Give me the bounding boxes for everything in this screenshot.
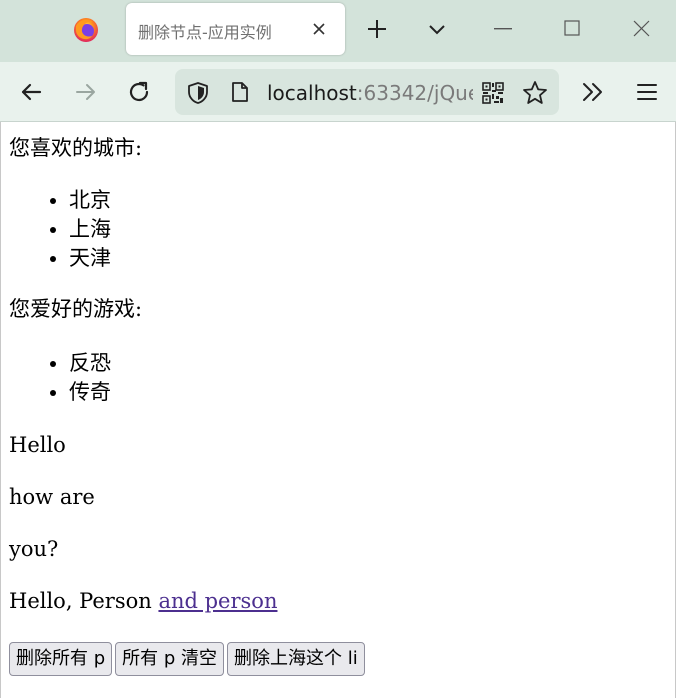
- cities-heading: 您喜欢的城市:: [9, 136, 143, 160]
- paragraph-how-are: how are: [9, 485, 95, 509]
- list-item-tianjin: 天津: [69, 244, 675, 273]
- qr-code-icon[interactable]: [482, 82, 504, 104]
- hamburger-menu-icon[interactable]: [637, 82, 657, 102]
- empty-all-p-button[interactable]: 所有 p 清空: [115, 642, 225, 676]
- page-icon[interactable]: [231, 81, 249, 103]
- url-text[interactable]: localhost:63342/jQuery: [267, 80, 473, 106]
- list-item-chuanqi: 传奇: [69, 378, 675, 407]
- close-icon[interactable]: [312, 22, 326, 36]
- cities-list: 北京 上海 天津: [9, 186, 675, 273]
- page-viewport: 您喜欢的城市: 北京 上海 天津 您爱好的游戏: 反恐 传奇 Hello how…: [0, 122, 676, 698]
- shield-icon[interactable]: [187, 81, 209, 105]
- minimize-icon[interactable]: [494, 28, 512, 30]
- games-heading: 您爱好的游戏:: [9, 297, 143, 321]
- and-person-link[interactable]: and person: [158, 589, 277, 613]
- remove-shanghai-li-button[interactable]: 删除上海这个 li: [227, 642, 365, 676]
- chevron-down-icon[interactable]: [427, 19, 447, 39]
- firefox-logo-icon: [74, 18, 98, 42]
- list-item-shanghai: 上海: [69, 215, 675, 244]
- nav-bar: localhost:63342/jQuery: [0, 62, 676, 122]
- active-tab[interactable]: 删除节点-应用实例: [126, 3, 345, 55]
- list-item-beijing: 北京: [69, 186, 675, 215]
- reload-icon[interactable]: [127, 80, 151, 104]
- double-chevron-right-icon[interactable]: [581, 81, 605, 103]
- window-close-icon[interactable]: [633, 20, 650, 37]
- paragraph-hello-person: Hello, Person and person: [9, 587, 675, 615]
- arrow-right-icon[interactable]: [74, 80, 98, 104]
- paragraph-hello: Hello: [9, 433, 66, 457]
- url-host: localhost: [267, 81, 357, 105]
- arrow-left-icon[interactable]: [19, 80, 43, 104]
- url-bar[interactable]: localhost:63342/jQuery: [175, 69, 559, 115]
- button-row: 删除所有 p 所有 p 清空 删除上海这个 li: [9, 642, 368, 676]
- url-path: :63342/jQuery: [356, 81, 473, 105]
- games-list: 反恐 传奇: [9, 349, 675, 407]
- tab-bar: 删除节点-应用实例: [0, 0, 676, 62]
- star-icon[interactable]: [522, 80, 548, 106]
- plus-icon[interactable]: [366, 18, 388, 40]
- tab-title: 删除节点-应用实例: [138, 23, 272, 42]
- paragraph-you: you?: [9, 537, 59, 561]
- remove-all-p-button[interactable]: 删除所有 p: [9, 642, 113, 676]
- list-item-fankong: 反恐: [69, 349, 675, 378]
- page-content: 您喜欢的城市: 北京 上海 天津 您爱好的游戏: 反恐 传奇 Hello how…: [9, 134, 675, 615]
- hello-person-text: Hello, Person: [9, 589, 159, 613]
- maximize-icon[interactable]: [564, 20, 580, 36]
